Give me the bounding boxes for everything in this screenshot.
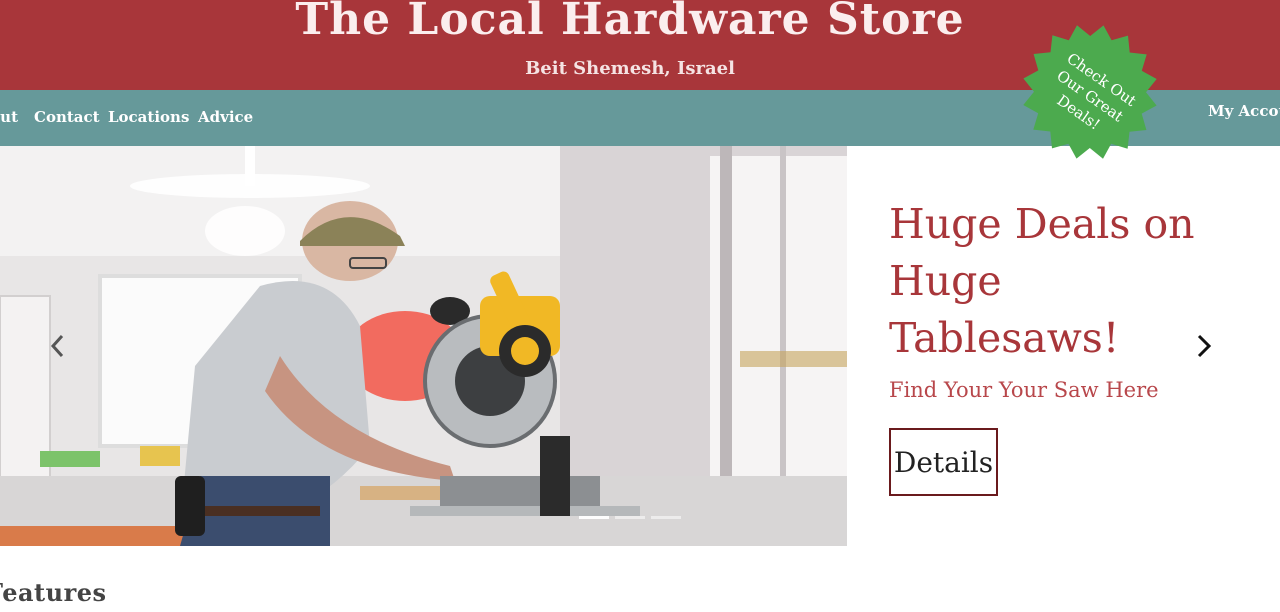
carousel-indicator-3[interactable]	[651, 516, 681, 519]
my-account-link[interactable]: My Account	[1208, 102, 1280, 120]
features-heading: Features	[0, 578, 107, 607]
nav-link-about[interactable]: About	[0, 108, 18, 126]
details-button[interactable]: Details	[889, 428, 998, 496]
deals-badge[interactable]: Check Out Our Great Deals!	[1018, 20, 1162, 164]
workshop-photo	[0, 146, 847, 546]
nav-link-contact[interactable]: Contact	[34, 108, 100, 126]
nav-link-advice[interactable]: Advice	[198, 108, 253, 126]
carousel-heading: Huge Deals on Huge Tablesaws!	[889, 200, 1195, 362]
carousel-prev-button[interactable]	[44, 330, 72, 362]
carousel-indicator-1[interactable]	[579, 516, 609, 519]
nav-link-about-label: About	[0, 108, 18, 126]
carousel-subheading: Find Your Your Saw Here	[889, 378, 1159, 402]
carousel-slide-image	[0, 146, 847, 546]
carousel-indicator-2[interactable]	[615, 516, 645, 519]
chevron-left-icon	[50, 334, 64, 358]
nav-link-locations[interactable]: Locations	[108, 108, 189, 126]
